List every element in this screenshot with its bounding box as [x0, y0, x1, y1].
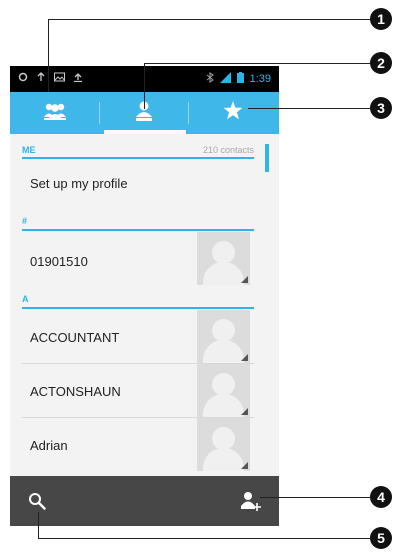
section-divider	[22, 157, 254, 159]
contacts-count: 210 contacts	[202, 145, 254, 155]
section-header-a: A	[22, 294, 29, 304]
cell-signal-icon	[219, 72, 231, 86]
section-divider	[22, 307, 254, 309]
callout-line	[48, 20, 49, 92]
contact-avatar[interactable]	[197, 418, 250, 471]
contact-avatar[interactable]	[197, 310, 250, 363]
selected-tab-indicator	[104, 130, 186, 134]
callout-line	[38, 538, 370, 539]
star-icon	[223, 101, 243, 125]
callout-line	[260, 497, 370, 498]
callout-line	[144, 63, 370, 64]
callout-badge: 5	[370, 527, 392, 549]
groups-icon	[42, 101, 68, 126]
callout-badge: 2	[370, 52, 392, 74]
contact-avatar[interactable]	[197, 232, 250, 285]
callout-badge: 4	[370, 486, 392, 508]
bottom-action-bar	[10, 476, 279, 526]
add-contact-icon[interactable]	[240, 490, 262, 517]
contact-row[interactable]: 01901510	[30, 254, 88, 269]
tab-groups[interactable]	[10, 92, 99, 134]
contact-row[interactable]: Adrian	[30, 438, 68, 453]
upload-icon	[73, 72, 83, 85]
bluetooth-icon	[206, 71, 214, 86]
scrollbar[interactable]	[265, 144, 269, 172]
section-divider	[22, 229, 254, 231]
search-icon[interactable]	[28, 492, 46, 515]
contact-row[interactable]: ACTONSHAUN	[30, 384, 121, 399]
battery-icon	[236, 72, 244, 86]
callout-line	[144, 64, 145, 109]
contact-avatar[interactable]	[197, 364, 250, 417]
contact-row[interactable]: ACCOUNTANT	[30, 330, 119, 345]
section-header-hash: #	[22, 216, 28, 226]
image-icon	[54, 72, 65, 85]
callout-line	[48, 19, 370, 20]
callout-line	[248, 108, 370, 109]
signal-icon	[36, 72, 46, 85]
callout-badge: 1	[370, 8, 392, 30]
set-up-profile-row[interactable]: Set up my profile	[30, 176, 128, 191]
callout-line	[38, 512, 39, 539]
sync-icon	[18, 72, 28, 85]
tab-favorites[interactable]	[188, 92, 277, 134]
phone-screen: 1:39 ME 210 contacts Set up my profile #…	[10, 66, 279, 526]
status-time: 1:39	[249, 73, 271, 85]
callout-badge: 3	[370, 97, 392, 119]
